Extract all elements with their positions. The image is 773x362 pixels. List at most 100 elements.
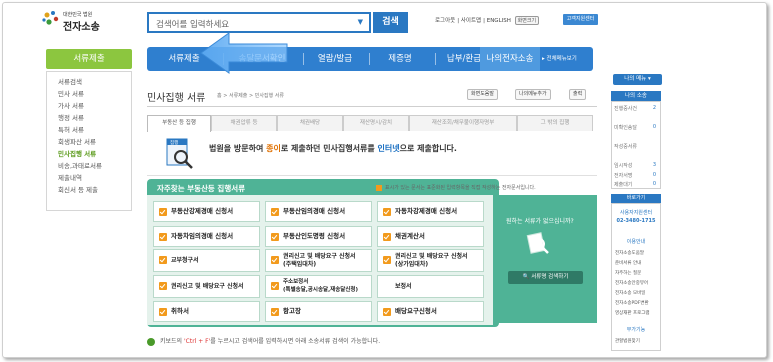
chevron-down-icon[interactable]: ▼ [358, 18, 363, 26]
doc-link[interactable]: 부동산인도명령 신청서 [265, 226, 372, 247]
court-emblem-icon [42, 11, 59, 25]
support-center-button[interactable]: 고객지원센터 [563, 14, 598, 25]
check-icon [159, 256, 167, 264]
doc-link[interactable]: 자동차임의경매 신청서 [153, 226, 260, 247]
help-button[interactable]: 화면도움말 [467, 89, 499, 100]
check-icon [271, 282, 279, 290]
browser-frame: 대한민국 법원 전자소송 검색어를 입력하세요 ▼ 검색 로그아웃 | 사이트맵 |… [2, 2, 767, 358]
pointer-arrow-icon [200, 32, 288, 74]
tab-disclosure[interactable]: 재산명시/감치 [343, 115, 409, 131]
search-button[interactable]: 검색 [373, 12, 408, 33]
doc-label: 부동산인도명령 신청서 [283, 231, 346, 240]
doc-link[interactable]: 권리신고 및 배당요구 신청서 (주택임대차) [265, 249, 372, 272]
sidebar-menu: 서류검색 민사 서류 가사 서류 행정 서류 특허 서류 회생파산 서류 민사집… [46, 71, 132, 211]
check-icon [376, 184, 382, 191]
font-size-control[interactable]: 화면크기 [514, 16, 540, 25]
guide-link[interactable]: 영상재판 프로그램 [615, 310, 650, 316]
top-links: 로그아웃 | 사이트맵 | ENGLISH 화면크기 [435, 16, 541, 25]
doc-label: 권리신고 및 배당요구 신청서 [171, 282, 244, 290]
my-case-count: 2 [652, 105, 656, 111]
tab-seizure[interactable]: 채권압류 등 [211, 115, 277, 131]
doc-label: 부동산강제경매 신청서 [171, 206, 234, 215]
doc-link[interactable]: 항고장 [265, 301, 372, 322]
my-menu-button[interactable]: 나의 메뉴 ▾ [613, 74, 662, 85]
doc-link[interactable]: 자동차강제경매 신청서 [377, 201, 484, 222]
doc-link[interactable]: 부동산임의경매 신청서 [265, 201, 372, 222]
print-button[interactable]: 출력 [569, 89, 587, 100]
sidebar-item-bankruptcy[interactable]: 회생파산 서류 [58, 136, 96, 146]
sidebar-item-patent[interactable]: 특허 서류 [58, 124, 84, 134]
check-icon [159, 308, 167, 316]
doc-link[interactable]: 채권계산서 [377, 226, 484, 247]
sidebar-item-family[interactable]: 가사 서류 [58, 100, 84, 110]
nav-divider [369, 53, 370, 65]
guide-link[interactable]: 전자소송 모바일 [615, 290, 645, 296]
check-icon [159, 282, 167, 290]
notice-paper: 종이 [266, 144, 281, 153]
sidebar-title: 서류제출 [46, 49, 132, 69]
english-link[interactable]: ENGLISH [487, 18, 511, 24]
footer-suffix: 를 누르시고 검색어를 입력하시면 아래 소송서류 검색이 가능합니다. [210, 338, 381, 345]
all-menu-button[interactable]: ▸ 전체메뉴보기 [542, 47, 593, 71]
guide-link[interactable]: 전자소송PDF변환 [615, 300, 649, 306]
nav-certificates[interactable]: 제증명 [373, 47, 427, 71]
doc-search-button[interactable]: 🔍 서류명 검색하기 [508, 271, 583, 284]
my-case-item[interactable]: 진행중사건 [614, 105, 637, 112]
logout-link[interactable]: 로그아웃 [435, 18, 455, 24]
my-case-item[interactable]: 제출대기 [614, 181, 632, 188]
doc-label: 보정서 [395, 282, 412, 290]
divider [147, 106, 597, 107]
sidebar-item-civil[interactable]: 민사 서류 [58, 88, 84, 98]
panel-hint: 표시가 있는 문서는 표준화된 입력항목을 직접 작성하는 전자문서입니다. [376, 184, 536, 191]
my-case-item[interactable]: 임시작성 [614, 162, 632, 169]
footer-keys: 'Ctrl + F' [184, 338, 211, 345]
check-icon [383, 233, 391, 241]
guide-link[interactable]: 전자소송도움말 [615, 250, 644, 256]
doc-label: 배당요구신청서 [395, 306, 437, 315]
check-icon [271, 308, 279, 316]
add-my-menu-button[interactable]: 나의메뉴추가 [515, 89, 551, 100]
doc-link[interactable]: 취하서 [153, 301, 260, 322]
execution-magnifier-icon: 집행 [166, 138, 193, 169]
doc-link[interactable]: 권리신고 및 배당요구 신청서 (상가임대차) [377, 249, 484, 272]
sidebar-item-noncontentious[interactable]: 비송,과태료서류 [58, 160, 102, 170]
doc-search-label: 서류명 검색하기 [531, 274, 569, 280]
sidebar-item-admin[interactable]: 행정 서류 [58, 112, 84, 122]
doc-link[interactable]: 부동산강제경매 신청서 [153, 201, 260, 222]
panel-title: 자주찾는 부동산등 집행서류 [157, 184, 246, 193]
sidebar-item-search[interactable]: 서류검색 [58, 76, 82, 86]
nav-my-lawsuit[interactable]: 나의전자소송 [480, 47, 540, 71]
doc-link[interactable]: 권리신고 및 배당요구 신청서 [153, 275, 260, 298]
doc-link[interactable]: 교부청구서 [153, 249, 260, 272]
tab-property-inquiry[interactable]: 재산조회/채무불이행자명부 [409, 115, 517, 131]
my-case-item[interactable]: 미확인송달 [614, 124, 637, 131]
doc-label: 권리신고 및 배당요구 신청서 (상가임대차) [395, 253, 468, 268]
my-case-item[interactable]: 전자서명 [614, 172, 632, 179]
guide-link[interactable]: 자주하는 질문 [615, 270, 641, 276]
doc-link[interactable]: 주소보정서 (특별송달,공시송달,재송달신청) [265, 275, 372, 298]
my-case-item[interactable]: 작성중서류 [614, 143, 637, 150]
sitemap-link[interactable]: 사이트맵 [461, 18, 481, 24]
check-icon [383, 208, 391, 216]
tab-other-execution[interactable]: 그 밖의 집행 [517, 115, 593, 131]
doc-label: 채권계산서 [395, 231, 425, 240]
my-case-count: 0 [652, 124, 656, 130]
nav-view-issue[interactable]: 열람/발급 [307, 47, 363, 71]
my-case-header: 나의 소송 [611, 91, 661, 101]
site-logo[interactable]: 대한민국 법원 전자소송 [41, 9, 121, 33]
doc-label: 권리신고 및 배당요구 신청서 (주택임대차) [283, 253, 356, 268]
doc-link[interactable]: 보정서 [377, 275, 484, 298]
search-input[interactable]: 검색어를 입력하세요 ▼ [147, 12, 371, 33]
sidebar-item-execution[interactable]: 민사집행 서류 [58, 148, 96, 158]
sidebar-item-reply[interactable]: 회신서 등 제출 [58, 184, 98, 194]
info-icon [147, 337, 155, 346]
guide-link[interactable]: 전자소송안중뷰어 [615, 280, 648, 286]
extras-link[interactable]: 관할법원찾기 [615, 338, 640, 344]
tab-distribution[interactable]: 채권배당 [277, 115, 343, 131]
guide-link[interactable]: 준비서류 안내 [615, 260, 641, 266]
notice-text: 법원을 방문하여 종이로 제출하던 민사집행서류를 인터넷으로 제출합니다. [209, 143, 457, 154]
sidebar-item-history[interactable]: 제출내역 [58, 172, 82, 182]
doc-link[interactable]: 배당요구신청서 [377, 301, 484, 322]
guide-label: 이용안내 [626, 239, 646, 245]
tab-real-estate[interactable]: 부동산 등 집행 [147, 115, 211, 132]
